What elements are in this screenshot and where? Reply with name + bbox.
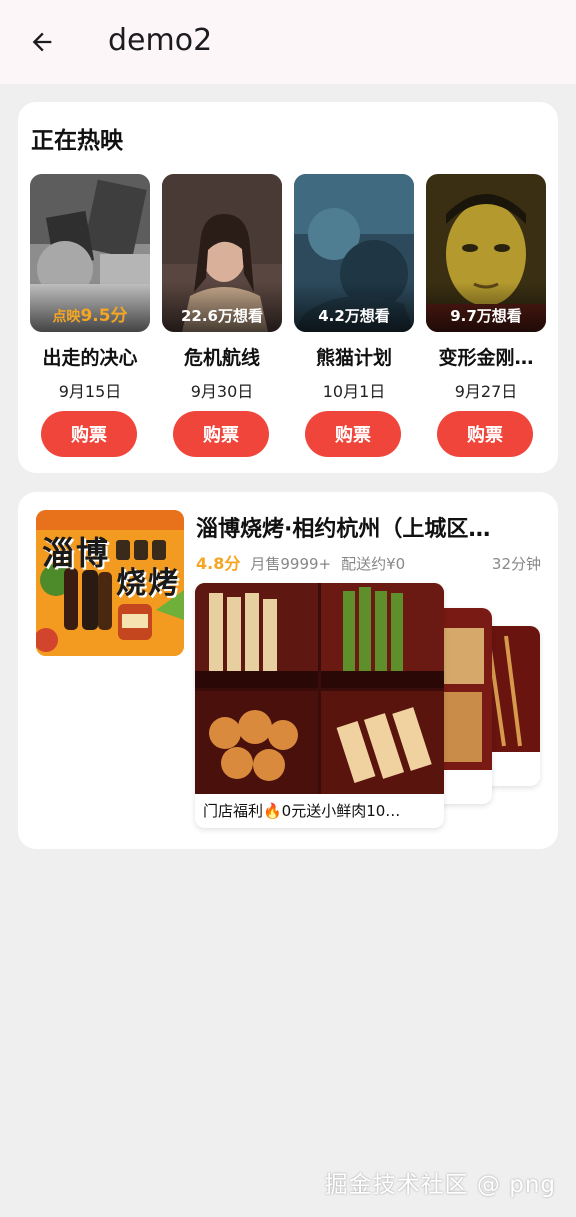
arrow-left-icon — [32, 32, 52, 52]
release-date: 9月15日 — [58, 382, 122, 401]
poster-stack[interactable]: 22.6万想看 — [162, 174, 287, 336]
page-title: demo2 — [108, 23, 213, 58]
shop-name: 淄博烧烤·相约杭州（上城区… — [196, 517, 491, 542]
monthly-sales: 月售9999+ — [250, 555, 332, 573]
movie-item[interactable]: 4.2万想看 熊猫计划 10月1日 购票 — [294, 174, 424, 464]
poster-badge: 22.6万想看 — [180, 307, 263, 325]
promo-card[interactable]: 门店福利🔥0元送小鲜肉10… — [195, 583, 444, 828]
movie-title: 危机航线 — [183, 347, 260, 369]
buy-ticket-button[interactable]: 购票 — [437, 411, 533, 457]
poster-badge: 4.2万想看 — [318, 307, 390, 325]
back-button[interactable] — [22, 22, 62, 62]
poster-stack[interactable]: 4.2万想看 — [294, 174, 419, 336]
movie-title: 变形金刚… — [438, 347, 534, 369]
shop-logo: 淄博 烧烤 — [36, 510, 184, 656]
section-title: 正在热映 — [31, 128, 123, 154]
logo-text-bottom: 烧烤 — [116, 566, 180, 601]
release-date: 9月30日 — [190, 382, 254, 401]
buy-ticket-button[interactable]: 购票 — [173, 411, 269, 457]
movie-poster: 22.6万想看 — [162, 174, 282, 332]
movie-poster: 4.2万想看 — [294, 174, 414, 332]
shop-card[interactable]: 淄博 烧烤 淄博烧烤·相约杭州（上城区… 4.8分 月售9999+ 配送约¥0 32… — [18, 492, 558, 849]
movie-item[interactable]: 22.6万想看 危机航线 9月30日 购票 — [162, 174, 292, 464]
poster-badge: 点映9.5分 — [52, 306, 128, 326]
shop-meta: 4.8分 月售9999+ 配送约¥0 32分钟 — [196, 552, 541, 576]
watermark: 掘金技术社区 @ png — [324, 1172, 556, 1198]
buy-ticket-button[interactable]: 购票 — [305, 411, 401, 457]
now-showing-card: 正在热映 点映9.5分 出走的决心 9月15日 购票 22.6万想看 危机航线 … — [18, 102, 558, 473]
movie-item[interactable]: 点映9.5分 出走的决心 9月15日 购票 — [30, 174, 160, 464]
poster-badge: 9.7万想看 — [450, 307, 522, 325]
delivery-time: 32分钟 — [491, 555, 541, 573]
promo-caption: 门店福利🔥0元送小鲜肉10… — [195, 794, 444, 828]
movie-title: 出走的决心 — [42, 347, 138, 369]
buy-ticket-button[interactable]: 购票 — [41, 411, 137, 457]
poster-stack[interactable]: 点映9.5分 — [30, 174, 155, 336]
movie-poster: 点映9.5分 — [30, 174, 150, 332]
release-date: 10月1日 — [322, 382, 386, 401]
logo-text-top: 淄博 — [42, 534, 111, 572]
shop-rating: 4.8分 — [196, 554, 241, 573]
poster-stack[interactable]: 9.7万想看 — [426, 174, 551, 336]
delivery-fee: 配送约¥0 — [341, 555, 406, 573]
app-bar: demo2 — [0, 0, 576, 84]
movie-title: 熊猫计划 — [315, 347, 392, 369]
release-date: 9月27日 — [454, 382, 518, 401]
movie-item[interactable]: 9.7万想看 变形金刚… 9月27日 购票 — [426, 174, 556, 464]
movie-poster: 9.7万想看 — [426, 174, 546, 332]
